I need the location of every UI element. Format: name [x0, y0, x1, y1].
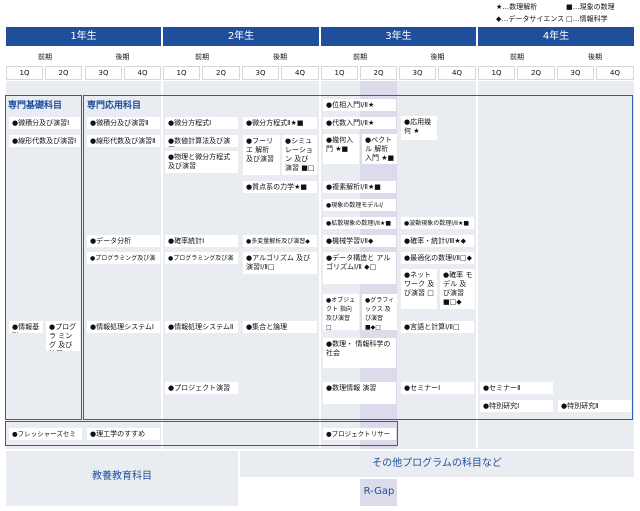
course-item[interactable]: ●プログラミング及び演習Ⅲ — [165, 252, 238, 264]
quarter-label: 3Q — [85, 66, 122, 80]
course-item[interactable]: ●フーリエ 解析 及び演習 — [243, 135, 280, 175]
course-item[interactable]: ●多変量解析及び演習◆ — [243, 235, 317, 247]
course-item[interactable]: ●数理・ 情報科学の 社会 — [323, 338, 396, 368]
year-header-4: 4年生 — [478, 27, 634, 46]
term-label: 後期 — [273, 53, 287, 61]
quarter-label: 4Q — [596, 66, 634, 80]
course-item[interactable]: ●数理情報 演習 — [323, 382, 396, 404]
general-education-label: 教養教育科目 — [92, 471, 152, 482]
term-label: 前期 — [353, 53, 367, 61]
applied-subjects-title: 専門応用科目 — [87, 101, 142, 111]
year-header-3: 3年生 — [321, 27, 476, 46]
course-item[interactable]: ●グラフィックス 及び演習 ■◆□ — [362, 294, 397, 330]
other-programs-label: その他プログラムの科目など — [372, 458, 502, 469]
course-item[interactable]: ●プログラ ミング 及び演習Ⅰ — [46, 321, 80, 351]
course-item[interactable]: ●機械学習Ⅰ/Ⅱ◆ — [323, 235, 396, 247]
course-item[interactable]: ●確率・統計Ⅰ/Ⅲ★◆ — [401, 235, 474, 247]
quarter-label: 2Q — [517, 66, 555, 80]
course-item[interactable]: ●ベクトル 解析入門 ★■ — [362, 134, 397, 164]
course-item[interactable]: ●質点系の力学★■ — [243, 181, 317, 193]
legend-phenomena: ■…現象の数理 — [566, 3, 615, 11]
course-item[interactable]: ●確率 モデル 及び演習 ■□◆ — [440, 269, 475, 309]
quarter-label: 1Q — [6, 66, 43, 80]
course-item[interactable]: ●線形代数及び演習Ⅰ — [9, 135, 80, 147]
quarter-label: 4Q — [438, 66, 476, 80]
course-item[interactable]: ●プログラミング及び演習Ⅱ — [87, 252, 160, 264]
quarter-label: 3Q — [399, 66, 436, 80]
term-label: 前期 — [38, 53, 52, 61]
course-item[interactable]: ●確率統計Ⅰ — [165, 235, 238, 247]
quarter-label: 2Q — [202, 66, 240, 80]
course-item[interactable]: ●フレッシャーズセミナー — [9, 428, 82, 440]
legend-info-science: □…情報科学 — [566, 15, 608, 23]
course-item[interactable]: ●プロジェクトリサーチⅠ — [323, 428, 396, 440]
course-item[interactable]: ●微積分及び演習Ⅱ — [87, 117, 160, 129]
course-item[interactable]: ●データ分析 — [87, 235, 160, 247]
course-item[interactable]: ●物理と微分方程式 及び演習 — [165, 151, 238, 173]
course-item[interactable]: ●現象の数理モデルⅠ/Ⅱ★■ — [323, 199, 396, 211]
course-item[interactable]: ●セミナーⅡ — [480, 382, 553, 394]
course-item[interactable]: ●アルゴリズム 及び演習Ⅰ/Ⅱ□ — [243, 252, 317, 274]
course-item[interactable]: ●理工学のすすめ — [87, 428, 160, 440]
course-item[interactable]: ●情報基礎 — [9, 321, 43, 333]
course-item[interactable]: ●データ構造と アルゴリズムⅠ/Ⅱ ◆□ — [323, 252, 396, 284]
course-item[interactable]: ●特別研究Ⅰ — [480, 400, 553, 412]
term-label: 後期 — [430, 53, 445, 61]
course-item[interactable]: ●複素解析Ⅰ/Ⅱ★■ — [323, 181, 396, 193]
course-item[interactable]: ●最適化の数理Ⅰ/Ⅱ□◆ — [401, 252, 474, 264]
course-item[interactable]: ●プロジェクト演習 — [165, 382, 238, 394]
rgap-label: R-Gap — [363, 486, 395, 497]
course-item[interactable]: ●言語と計算Ⅰ/Ⅱ□ — [401, 321, 474, 333]
quarter-label: 2Q — [45, 66, 82, 80]
course-item[interactable]: ●線形代数及び演習Ⅱ — [87, 135, 160, 147]
term-label: 前期 — [510, 53, 524, 61]
quarter-label: 1Q — [478, 66, 515, 80]
course-item[interactable]: ●代数入門Ⅰ/Ⅱ★ — [323, 117, 396, 129]
course-item[interactable]: ●特別研究Ⅱ — [558, 400, 631, 412]
course-item[interactable]: ●オブジェクト 指向 及び演習 □ — [323, 294, 359, 330]
course-item[interactable]: ●数値計算法及び演習 — [165, 135, 238, 147]
course-item[interactable]: ●情報処理システムⅠ — [87, 321, 160, 333]
course-item[interactable]: ●微分方程式Ⅱ★■ — [243, 117, 317, 129]
quarter-label: 4Q — [281, 66, 319, 80]
course-item[interactable]: ●情報処理システムⅡ — [165, 321, 238, 333]
quarter-label: 3Q — [557, 66, 594, 80]
course-item[interactable]: ●拡散現象の数理Ⅰ/Ⅱ★■ — [323, 217, 396, 229]
quarter-label: 3Q — [242, 66, 279, 80]
course-item[interactable]: ●セミナーⅠ — [401, 382, 474, 394]
legend-math-analysis: ★…数理解析 — [496, 3, 538, 11]
quarter-label: 4Q — [124, 66, 161, 80]
course-item[interactable]: ●微分方程式Ⅰ — [165, 117, 238, 129]
basic-subjects-title: 専門基礎科目 — [8, 101, 63, 111]
course-item[interactable]: ●シミュ レーション 及び演習 ■□ — [282, 135, 317, 175]
term-label: 後期 — [115, 53, 130, 61]
course-item[interactable]: ●ネット ワーク 及び演習 □ — [401, 269, 437, 309]
quarter-label: 2Q — [360, 66, 397, 80]
quarter-label: 1Q — [321, 66, 358, 80]
course-item[interactable]: ●位相入門Ⅰ/Ⅱ★ — [323, 99, 396, 111]
term-label: 前期 — [195, 53, 209, 61]
course-item[interactable]: ●微積分及び演習Ⅰ — [9, 117, 80, 129]
course-item[interactable]: ●応用幾何 ★ — [401, 116, 437, 140]
quarter-label: 1Q — [163, 66, 200, 80]
term-label: 後期 — [588, 53, 602, 61]
legend-data-science: ◆…データサイエンス — [496, 15, 565, 23]
course-item[interactable]: ●集合と論理 — [243, 321, 317, 333]
course-item[interactable]: ●幾何入門 ★■ — [323, 134, 359, 164]
course-item[interactable]: ●波動現象の数理Ⅰ/Ⅱ★■ — [401, 217, 474, 229]
year-header-1: 1年生 — [6, 27, 161, 46]
year-header-2: 2年生 — [163, 27, 319, 46]
